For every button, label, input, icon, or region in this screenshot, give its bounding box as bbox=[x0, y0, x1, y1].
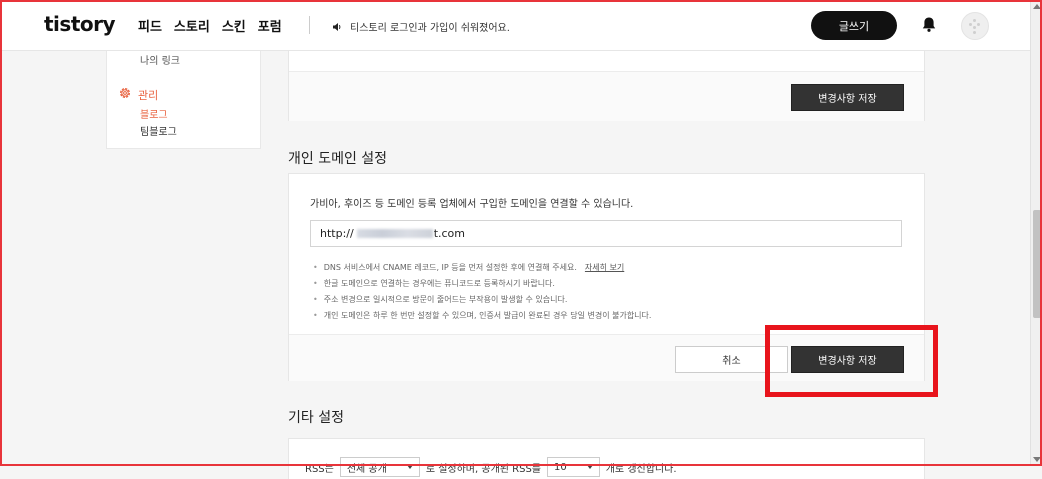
list-item: 주소 변경으로 일시적으로 방문이 줄어드는 부작용이 발생할 수 있습니다. bbox=[313, 292, 651, 308]
rss-middle-text: 로 설정하며, 공개된 RSS를 bbox=[425, 463, 541, 475]
domain-description: 가비아, 후이즈 등 도메인 등록 업체에서 구입한 도메인을 연결할 수 있습… bbox=[310, 199, 634, 210]
domain-notes-list: DNS 서비스에서 CNAME 레코드, IP 등을 먼저 설정한 후에 연결해… bbox=[313, 260, 652, 324]
list-item: DNS 서비스에서 CNAME 레코드, IP 등을 먼저 설정한 후에 연결해… bbox=[313, 260, 651, 276]
sidebar-item-blog[interactable]: 블로그 bbox=[140, 106, 168, 121]
cancel-button[interactable]: 취소 bbox=[675, 346, 788, 373]
speaker-icon bbox=[332, 17, 342, 36]
scroll-down-arrow-icon[interactable] bbox=[1033, 457, 1041, 462]
previous-settings-panel: 변경사항 저장 bbox=[288, 51, 925, 121]
settings-sidebar: 나의 링크 관리 블로그 팀블로그 bbox=[106, 51, 261, 149]
rss-count-select[interactable]: 10 bbox=[547, 457, 600, 477]
notice-banner[interactable]: 티스토리 로그인과 가입이 쉬워졌어요. bbox=[332, 17, 510, 36]
tistory-logo[interactable]: tistory bbox=[44, 12, 116, 36]
domain-section-title: 개인 도메인 설정 bbox=[288, 151, 388, 167]
scrollbar[interactable] bbox=[1030, 0, 1042, 466]
blurred-domain-text bbox=[356, 229, 433, 238]
panel-footer: 변경사항 저장 bbox=[289, 71, 924, 121]
top-navigation-bar: tistory 피드 스토리 스킨 포럼 티스토리 로그인과 가입이 쉬워졌어요… bbox=[0, 0, 1030, 51]
avatar[interactable] bbox=[961, 12, 989, 40]
rss-setting-row: RSS는 전체 공개 로 설정하며, 공개된 RSS를 10 개로 갱신합니다. bbox=[305, 457, 677, 477]
header-divider bbox=[309, 16, 310, 34]
sidebar-group-label: 관리 bbox=[138, 88, 159, 102]
scroll-up-arrow-icon[interactable] bbox=[1033, 4, 1041, 9]
sidebar-item-team-blog[interactable]: 팀블로그 bbox=[140, 123, 177, 138]
list-item: 개인 도메인은 하루 한 번만 설정할 수 있으며, 인증서 발급이 완료된 경… bbox=[313, 308, 652, 324]
etc-section-title: 기타 설정 bbox=[288, 410, 344, 426]
nav-feed[interactable]: 피드 bbox=[138, 16, 162, 35]
notification-bell-icon[interactable] bbox=[921, 16, 937, 37]
etc-settings-panel: RSS는 전체 공개 로 설정하며, 공개된 RSS를 10 개로 갱신합니다. bbox=[288, 438, 925, 479]
nav-forum[interactable]: 포럼 bbox=[258, 16, 282, 35]
url-suffix: t.com bbox=[433, 227, 466, 240]
scrollbar-thumb[interactable] bbox=[1033, 210, 1041, 318]
notice-text: 티스토리 로그인과 가입이 쉬워졌어요. bbox=[350, 23, 510, 34]
rss-visibility-select[interactable]: 전체 공개 bbox=[339, 457, 420, 477]
sidebar-item-my-link[interactable]: 나의 링크 bbox=[140, 52, 180, 67]
domain-url-input[interactable]: http:// t.com bbox=[310, 220, 902, 247]
write-post-button[interactable]: 글쓰기 bbox=[811, 11, 897, 40]
url-prefix: http:// bbox=[320, 227, 354, 240]
nav-skin[interactable]: 스킨 bbox=[222, 16, 246, 35]
gear-icon bbox=[118, 86, 132, 103]
nav-story[interactable]: 스토리 bbox=[174, 16, 210, 35]
rss-label: RSS는 bbox=[305, 463, 334, 475]
save-changes-button[interactable]: 변경사항 저장 bbox=[791, 346, 904, 373]
details-link[interactable]: 자세히 보기 bbox=[585, 263, 624, 272]
domain-settings-panel: 가비아, 후이즈 등 도메인 등록 업체에서 구입한 도메인을 연결할 수 있습… bbox=[288, 173, 925, 381]
list-item: 한글 도메인으로 연결하는 경우에는 퓨니코드로 등록하시기 바랍니다. bbox=[313, 276, 651, 292]
main-nav: 피드 스토리 스킨 포럼 bbox=[138, 16, 282, 35]
sidebar-group-manage[interactable]: 관리 bbox=[118, 86, 158, 103]
panel-footer: 취소 변경사항 저장 bbox=[289, 334, 924, 381]
save-changes-button-top[interactable]: 변경사항 저장 bbox=[791, 84, 904, 111]
rss-suffix-text: 개로 갱신합니다. bbox=[605, 463, 677, 475]
